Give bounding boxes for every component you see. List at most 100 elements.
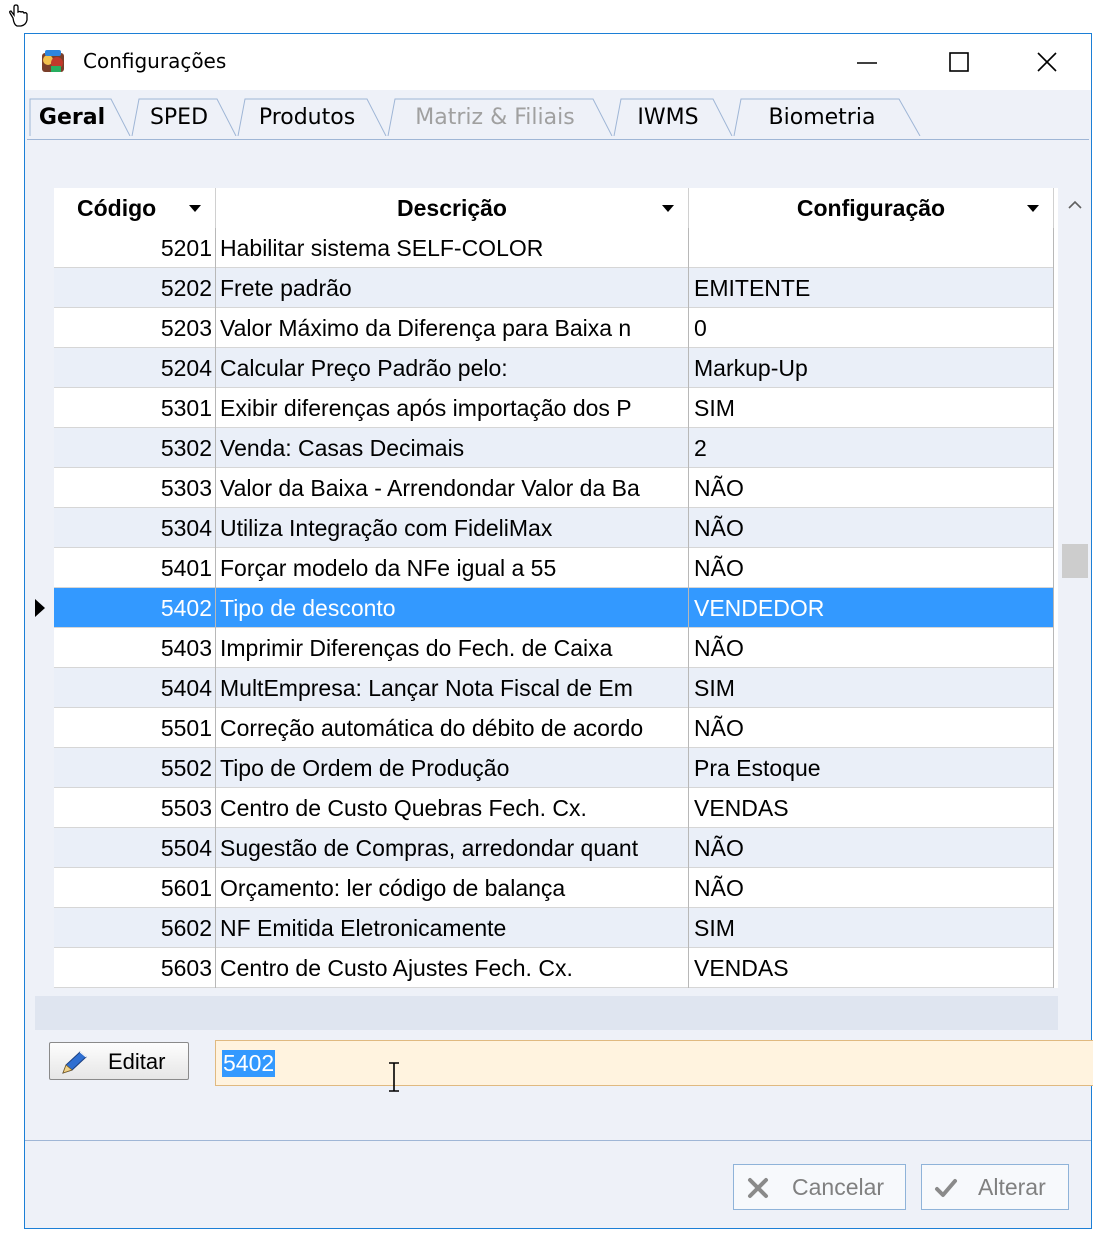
cell-config: VENDEDOR [689,588,1054,628]
cell-code: 5601 [54,868,216,908]
cell-config: VENDAS [689,788,1054,828]
table-row[interactable]: 5203 Valor Máximo da Diferença para Baixa… [54,308,1054,348]
tab-produtos[interactable]: Produtos [237,98,387,136]
cell-description: Centro de Custo Quebras Fech. Cx. [216,788,689,828]
cancel-button[interactable]: Cancelar [733,1164,906,1210]
cell-config: NÃO [689,828,1054,868]
scrollbar-thumb[interactable] [1062,544,1088,578]
cell-code: 5502 [54,748,216,788]
window-title: Configurações [83,49,227,73]
alter-button[interactable]: Alterar [921,1164,1069,1210]
cell-config: NÃO [689,868,1054,908]
cell-code: 5504 [54,828,216,868]
table-row[interactable]: 5201 Habilitar sistema SELF-COLOR [54,228,1054,268]
pencil-icon [62,1051,87,1074]
table-row[interactable]: 5502 Tipo de Ordem de Produção Pra Estoque [54,748,1054,788]
cell-code: 5404 [54,668,216,708]
maximize-icon [949,52,969,72]
cell-config: VENDAS [689,948,1054,988]
cell-code: 5202 [54,268,216,308]
checkmark-icon [935,1179,957,1197]
table-row[interactable]: 5501 Correção automática do débito de aco… [54,708,1054,748]
cell-code: 5303 [54,468,216,508]
table-row[interactable]: 5303 Valor da Baixa - Arrendondar Valor d… [54,468,1054,508]
config-grid[interactable]: Código Descrição Configuração 5201 Habili… [54,188,1058,988]
tab-iwms[interactable]: IWMS [613,98,733,136]
edit-button[interactable]: Editar [49,1042,189,1080]
title-bar: Configurações [25,34,1091,90]
table-row[interactable]: 5204 Calcular Preço Padrão pelo: Markup-Up [54,348,1054,388]
tab-panel-geral: Código Descrição Configuração 5201 Habili… [27,139,1090,1073]
cell-config: Markup-Up [689,348,1054,388]
cell-config: NÃO [689,468,1054,508]
cell-config: NÃO [689,628,1054,668]
table-row[interactable]: 5504 Sugestão de Compras, arredondar quan… [54,828,1054,868]
cell-config [689,228,1054,268]
cell-code: 5403 [54,628,216,668]
cancel-x-icon [748,1178,768,1198]
cell-code: 5203 [54,308,216,348]
tab-biometria[interactable]: Biometria [733,98,921,136]
table-row[interactable]: 5603 Centro de Custo Ajustes Fech. Cx. VEN… [54,948,1054,988]
cell-description: MultEmpresa: Lançar Nota Fiscal de Em [216,668,689,708]
vertical-scrollbar[interactable] [1060,188,1090,1068]
cell-code: 5501 [54,708,216,748]
table-row[interactable]: 5202 Frete padrão EMITENTE [54,268,1054,308]
cell-description: Valor da Baixa - Arrendondar Valor da Ba [216,468,689,508]
app-icon [42,50,64,72]
cell-description: Utiliza Integração com FideliMax [216,508,689,548]
cell-description: Frete padrão [216,268,689,308]
cell-code: 5201 [54,228,216,268]
cell-code: 5301 [54,388,216,428]
tab-strip: Geral SPED Produtos Matriz & Filiais IWM… [25,90,1091,140]
dropdown-arrow-icon[interactable] [189,205,201,212]
cell-config: NÃO [689,708,1054,748]
table-row-selected[interactable]: 5402 Tipo de desconto VENDEDOR [54,588,1054,628]
column-header-configuracao[interactable]: Configuração [689,188,1054,228]
dropdown-arrow-icon[interactable] [1027,205,1039,212]
column-header-descricao[interactable]: Descrição [216,188,689,228]
close-icon [1037,52,1057,72]
cell-code: 5401 [54,548,216,588]
close-button[interactable] [1001,34,1093,90]
tab-matriz-filiais: Matriz & Filiais [387,98,613,136]
column-header-codigo[interactable]: Código [54,188,216,228]
cell-description: Orçamento: ler código de balança [216,868,689,908]
cell-description: Valor Máximo da Diferença para Baixa n [216,308,689,348]
table-row[interactable]: 5602 NF Emitida Eletronicamente SIM [54,908,1054,948]
hand-cursor-icon [9,4,28,27]
table-row[interactable]: 5503 Centro de Custo Quebras Fech. Cx. VEN… [54,788,1054,828]
code-search-input[interactable]: 5402 [215,1040,1093,1086]
cell-config: SIM [689,668,1054,708]
cell-config: EMITENTE [689,268,1054,308]
tab-geral[interactable]: Geral [29,98,131,136]
cell-code: 5304 [54,508,216,548]
cell-config: NÃO [689,508,1054,548]
cell-description: Tipo de Ordem de Produção [216,748,689,788]
cell-description: Venda: Casas Decimais [216,428,689,468]
cell-code: 5603 [54,948,216,988]
table-row[interactable]: 5401 Forçar modelo da NFe igual a 55 NÃO [54,548,1054,588]
cell-description: Centro de Custo Ajustes Fech. Cx. [216,948,689,988]
table-row[interactable]: 5403 Imprimir Diferenças do Fech. de Caix… [54,628,1054,668]
cell-description: Forçar modelo da NFe igual a 55 [216,548,689,588]
cell-config: Pra Estoque [689,748,1054,788]
grid-header: Código Descrição Configuração [54,188,1054,228]
table-row[interactable]: 5302 Venda: Casas Decimais 2 [54,428,1054,468]
table-row[interactable]: 5304 Utiliza Integração com FideliMax NÃO [54,508,1054,548]
cell-config: 0 [689,308,1054,348]
minimize-icon [857,62,877,64]
cell-description: Correção automática do débito de acordo [216,708,689,748]
cell-description: Habilitar sistema SELF-COLOR [216,228,689,268]
tab-sped[interactable]: SPED [131,98,237,136]
maximize-button[interactable] [913,34,1005,90]
dropdown-arrow-icon[interactable] [662,205,674,212]
table-row[interactable]: 5404 MultEmpresa: Lançar Nota Fiscal de E… [54,668,1054,708]
current-row-indicator-icon [35,599,45,617]
scroll-up-icon[interactable] [1066,198,1084,212]
cell-description: Sugestão de Compras, arredondar quant [216,828,689,868]
table-row[interactable]: 5301 Exibir diferenças após importação do… [54,388,1054,428]
table-row[interactable]: 5601 Orçamento: ler código de balança NÃO [54,868,1054,908]
minimize-button[interactable] [821,34,913,90]
text-cursor-icon [389,1062,399,1092]
